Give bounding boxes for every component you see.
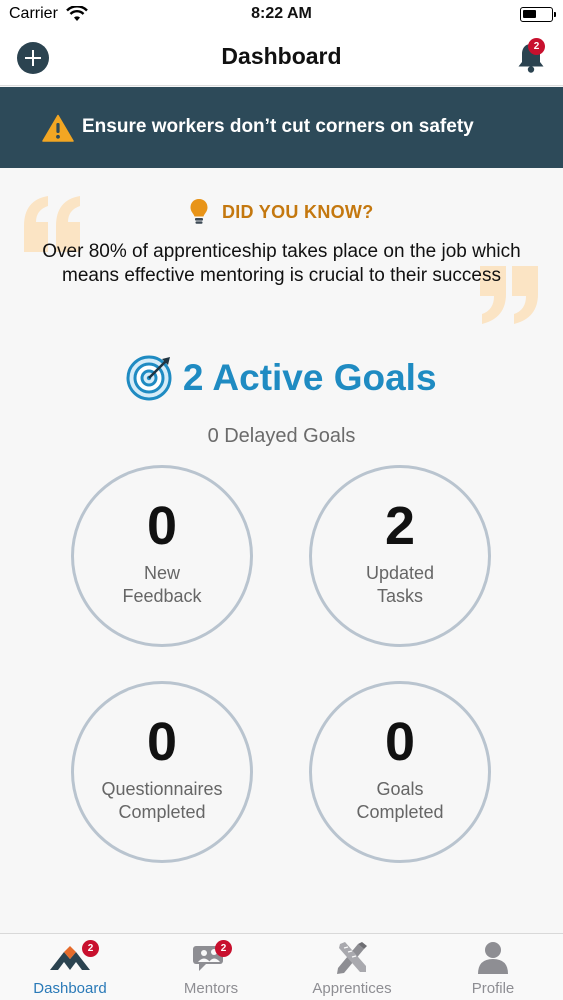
tab-mentors[interactable]: 2 Mentors xyxy=(141,934,281,1000)
safety-banner[interactable]: Ensure workers don’t cut corners on safe… xyxy=(0,87,563,168)
stat-caption: New Feedback xyxy=(74,562,250,608)
tab-dashboard[interactable]: 2 Dashboard xyxy=(0,934,140,1000)
stat-value: 0 xyxy=(384,712,416,772)
tab-label: Dashboard xyxy=(33,980,107,997)
did-you-know-heading: DID YOU KNOW? xyxy=(0,198,563,226)
stat-caption-line: Feedback xyxy=(122,586,202,606)
stat-caption-line: Goals xyxy=(376,779,424,799)
nav-bar: Dashboard 2 xyxy=(0,30,563,86)
clock: 8:22 AM xyxy=(251,5,312,22)
stat-caption-line: Completed xyxy=(356,802,444,822)
person-icon xyxy=(478,942,508,974)
fact-text: Over 80% of apprenticeship takes place o… xyxy=(42,241,521,286)
active-goals-heading[interactable]: 2 Active Goals xyxy=(0,355,563,401)
dashboard-badge: 2 xyxy=(82,940,99,957)
lightbulb-icon xyxy=(190,199,208,224)
stat-caption-line: Tasks xyxy=(376,586,423,606)
battery-icon xyxy=(520,7,556,22)
tab-profile[interactable]: Profile xyxy=(423,934,563,1000)
tab-label: Mentors xyxy=(183,980,239,997)
tools-icon xyxy=(337,942,367,974)
tab-bar: 2 Dashboard 2 Mentors Apprentices Profil… xyxy=(0,933,563,1000)
updated-tasks-stat[interactable]: 2 Updated Tasks xyxy=(309,465,491,647)
status-bar: Carrier 8:22 AM xyxy=(0,0,563,30)
page-title: Dashboard xyxy=(221,43,342,69)
new-feedback-stat[interactable]: 0 New Feedback xyxy=(71,465,253,647)
delayed-goals-text: 0 Delayed Goals xyxy=(207,425,356,447)
did-you-know-label: DID YOU KNOW? xyxy=(221,201,374,222)
tab-apprentices[interactable]: Apprentices xyxy=(282,934,422,1000)
stat-caption-line: Completed xyxy=(118,802,206,822)
stat-caption-line: Updated xyxy=(365,563,435,583)
stat-value: 2 xyxy=(384,496,416,556)
mentors-badge: 2 xyxy=(215,940,232,957)
notification-badge: 2 xyxy=(528,38,545,55)
stat-value: 0 xyxy=(146,496,178,556)
warning-icon xyxy=(42,114,74,142)
goals-completed-stat[interactable]: 0 Goals Completed xyxy=(309,681,491,863)
tab-label: Profile xyxy=(471,980,515,997)
tab-label: Apprentices xyxy=(312,980,392,997)
stat-caption-line: New xyxy=(143,563,180,583)
banner-text: Ensure workers don’t cut corners on safe… xyxy=(82,116,474,137)
target-icon xyxy=(126,355,172,401)
stat-caption-line: Questionnaires xyxy=(101,779,223,799)
stat-value: 0 xyxy=(146,712,178,772)
questionnaires-completed-stat[interactable]: 0 Questionnaires Completed xyxy=(71,681,253,863)
stat-caption: Updated Tasks xyxy=(312,562,488,608)
stat-caption: Goals Completed xyxy=(312,778,488,824)
active-goals-text: 2 Active Goals xyxy=(182,357,437,398)
stat-caption: Questionnaires Completed xyxy=(74,778,250,824)
